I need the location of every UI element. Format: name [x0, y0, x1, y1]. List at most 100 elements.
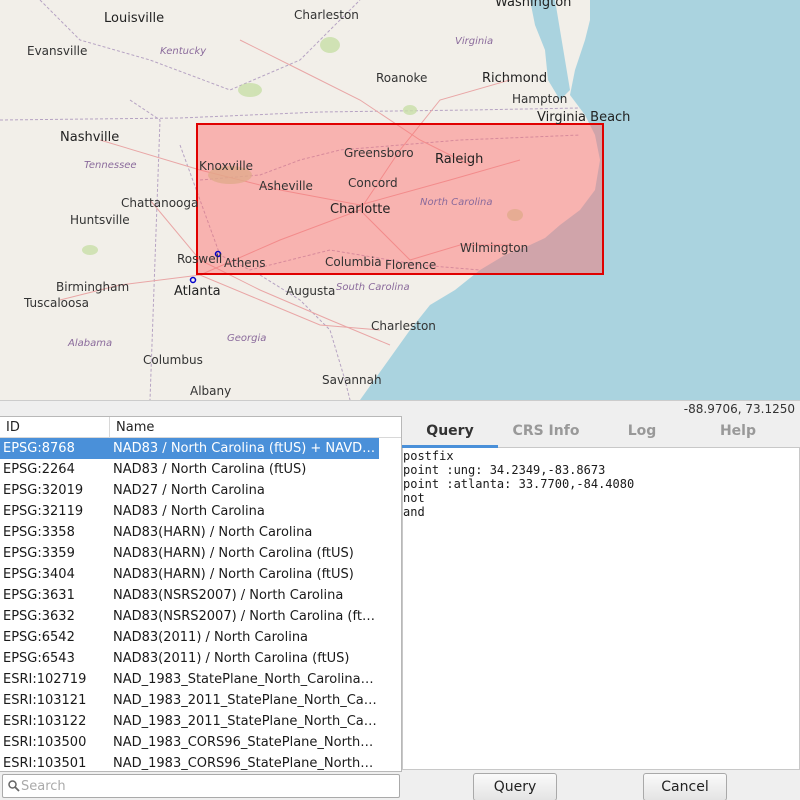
map-label: Charleston: [294, 8, 359, 22]
tab-bar: Query CRS Info Log Help: [402, 416, 800, 448]
column-header-name[interactable]: Name: [110, 417, 401, 437]
crs-name-cell: NAD83(HARN) / North Carolina (ftUS): [113, 567, 354, 582]
table-row[interactable]: EPSG:3631 NAD83(NSRS2007) / North Carolin…: [0, 585, 379, 606]
crs-id-cell: EPSG:6542: [3, 630, 75, 645]
crs-name-cell: NAD83(2011) / North Carolina: [113, 630, 309, 645]
table-row[interactable]: EPSG:6543 NAD83(2011) / North Carolina (f…: [0, 648, 379, 669]
query-line: point :ung: 34.2349,-83.8673: [403, 463, 606, 477]
cancel-button[interactable]: Cancel: [643, 773, 727, 800]
column-header-id[interactable]: ID: [0, 417, 110, 437]
search-field[interactable]: [2, 774, 400, 798]
list-header: ID Name: [0, 417, 401, 438]
crs-name-cell: NAD83(NSRS2007) / North Carolina (ftUS): [113, 609, 379, 624]
button-row: Query Cancel: [402, 770, 800, 800]
scrollbar[interactable]: [379, 438, 401, 771]
table-row[interactable]: ESRI:102719 NAD_1983_StatePlane_North_Car…: [0, 669, 379, 690]
tab-query[interactable]: Query: [402, 416, 498, 448]
table-row[interactable]: ESRI:103122 NAD_1983_2011_StatePlane_Nort…: [0, 711, 379, 732]
crs-name-cell: NAD83 / North Carolina (ftUS) + NAVD88 h…: [113, 441, 379, 456]
map-label: Hampton: [512, 92, 568, 106]
crs-id-cell: EPSG:3631: [3, 588, 75, 603]
map-label: Knoxville: [199, 159, 254, 173]
map-label: Atlanta: [174, 284, 221, 299]
map-label: Evansville: [27, 44, 88, 58]
query-line: point :atlanta: 33.7700,-84.4080: [403, 477, 635, 491]
search-input[interactable]: [21, 777, 391, 795]
list-rows: EPSG:8768 NAD83 / North Carolina (ftUS) +…: [0, 438, 379, 771]
crs-name-cell: NAD_1983_CORS96_StatePlane_North_Carolin…: [113, 735, 379, 750]
map-label: Chattanooga: [121, 196, 199, 210]
table-row[interactable]: EPSG:32119 NAD83 / North Carolina: [0, 501, 379, 522]
crs-id-cell: EPSG:32019: [3, 483, 84, 498]
crs-id-cell: EPSG:2264: [3, 462, 75, 477]
map-label: Alabama: [68, 338, 113, 349]
table-row[interactable]: EPSG:8768 NAD83 / North Carolina (ftUS) +…: [0, 438, 379, 459]
table-row[interactable]: EPSG:3404 NAD83(HARN) / North Carolina (f…: [0, 564, 379, 585]
map-view[interactable]: Washington Louisville Charleston Evansvi…: [0, 0, 800, 400]
crs-id-cell: EPSG:3404: [3, 567, 75, 582]
map-label: Georgia: [227, 333, 267, 344]
crs-id-cell: EPSG:8768: [3, 441, 75, 456]
query-line: postfix: [403, 449, 454, 463]
table-row[interactable]: EPSG:3359 NAD83(HARN) / North Carolina (f…: [0, 543, 379, 564]
map-label: Greensboro: [344, 146, 414, 160]
query-panel: Query CRS Info Log Help postfix point :u…: [402, 416, 800, 800]
table-row[interactable]: ESRI:103501 NAD_1983_CORS96_StatePlane_No…: [0, 753, 379, 771]
crs-id-cell: EPSG:32119: [3, 504, 84, 519]
map-label: Charleston: [371, 319, 436, 333]
map-label: Louisville: [104, 11, 165, 26]
table-row[interactable]: ESRI:103121 NAD_1983_2011_StatePlane_Nort…: [0, 690, 379, 711]
table-row[interactable]: EPSG:2264 NAD83 / North Carolina (ftUS): [0, 459, 379, 480]
status-bar: -88.9706, 73.1250: [0, 400, 800, 416]
crs-name-cell: NAD83(2011) / North Carolina (ftUS): [113, 651, 350, 666]
map-label: Tuscaloosa: [24, 296, 89, 310]
map-label: Kentucky: [160, 46, 207, 57]
crs-id-cell: EPSG:3632: [3, 609, 75, 624]
map-label: Concord: [348, 176, 398, 190]
map-label: Virginia Beach: [537, 110, 631, 125]
crs-name-cell: NAD_1983_CORS96_StatePlane_North_Carolin…: [113, 756, 379, 771]
table-row[interactable]: EPSG:32019 NAD27 / North Carolina: [0, 480, 379, 501]
crs-name-cell: NAD_1983_2011_StatePlane_North_Carolina_…: [113, 714, 379, 729]
map-label: Columbus: [143, 353, 203, 367]
map-label: Washington: [495, 0, 572, 10]
crs-name-cell: NAD83(NSRS2007) / North Carolina: [113, 588, 344, 603]
table-row[interactable]: ESRI:103500 NAD_1983_CORS96_StatePlane_No…: [0, 732, 379, 753]
map-canvas[interactable]: [0, 0, 800, 400]
crs-id-cell: EPSG:3359: [3, 546, 75, 561]
tab-help[interactable]: Help: [690, 416, 786, 447]
search-bar: [0, 772, 402, 800]
map-label: Virginia: [455, 36, 494, 47]
crs-name-cell: NAD83 / North Carolina (ftUS): [113, 462, 307, 477]
table-row[interactable]: EPSG:6542 NAD83(2011) / North Carolina: [0, 627, 379, 648]
map-label: Tennessee: [84, 160, 137, 171]
map-label: Raleigh: [435, 152, 484, 167]
crs-id-cell: ESRI:103121: [3, 693, 87, 708]
crs-name-cell: NAD27 / North Carolina: [113, 483, 265, 498]
map-label: Wilmington: [460, 241, 529, 255]
query-line: and: [403, 505, 425, 519]
crs-name-cell: NAD83 / North Carolina: [113, 504, 265, 519]
map-label: Albany: [190, 384, 232, 398]
crs-id-cell: ESRI:103122: [3, 714, 87, 729]
table-row[interactable]: EPSG:3358 NAD83(HARN) / North Carolina: [0, 522, 379, 543]
tab-crs-info[interactable]: CRS Info: [498, 416, 594, 447]
crs-list[interactable]: ID Name EPSG:8768 NAD83 / North Carolina …: [0, 416, 402, 772]
map-label: Nashville: [60, 130, 120, 145]
map-label: Charlotte: [330, 202, 391, 217]
crs-id-cell: ESRI:102719: [3, 672, 87, 687]
query-button[interactable]: Query: [473, 773, 557, 800]
search-icon: [8, 780, 20, 792]
table-row[interactable]: EPSG:3632 NAD83(NSRS2007) / North Carolin…: [0, 606, 379, 627]
map-label: Athens: [224, 256, 266, 270]
map-label: Roanoke: [376, 71, 428, 85]
crs-name-cell: NAD_1983_2011_StatePlane_North_Carolina_…: [113, 693, 379, 708]
query-line: not: [403, 491, 425, 505]
map-label: Roswell: [177, 252, 223, 266]
map-label: Augusta: [286, 284, 336, 298]
map-label: Savannah: [322, 373, 382, 387]
query-editor[interactable]: postfix point :ung: 34.2349,-83.8673 poi…: [402, 448, 800, 770]
tab-log[interactable]: Log: [594, 416, 690, 447]
crs-id-cell: EPSG:6543: [3, 651, 75, 666]
map-label: Birmingham: [56, 280, 130, 294]
